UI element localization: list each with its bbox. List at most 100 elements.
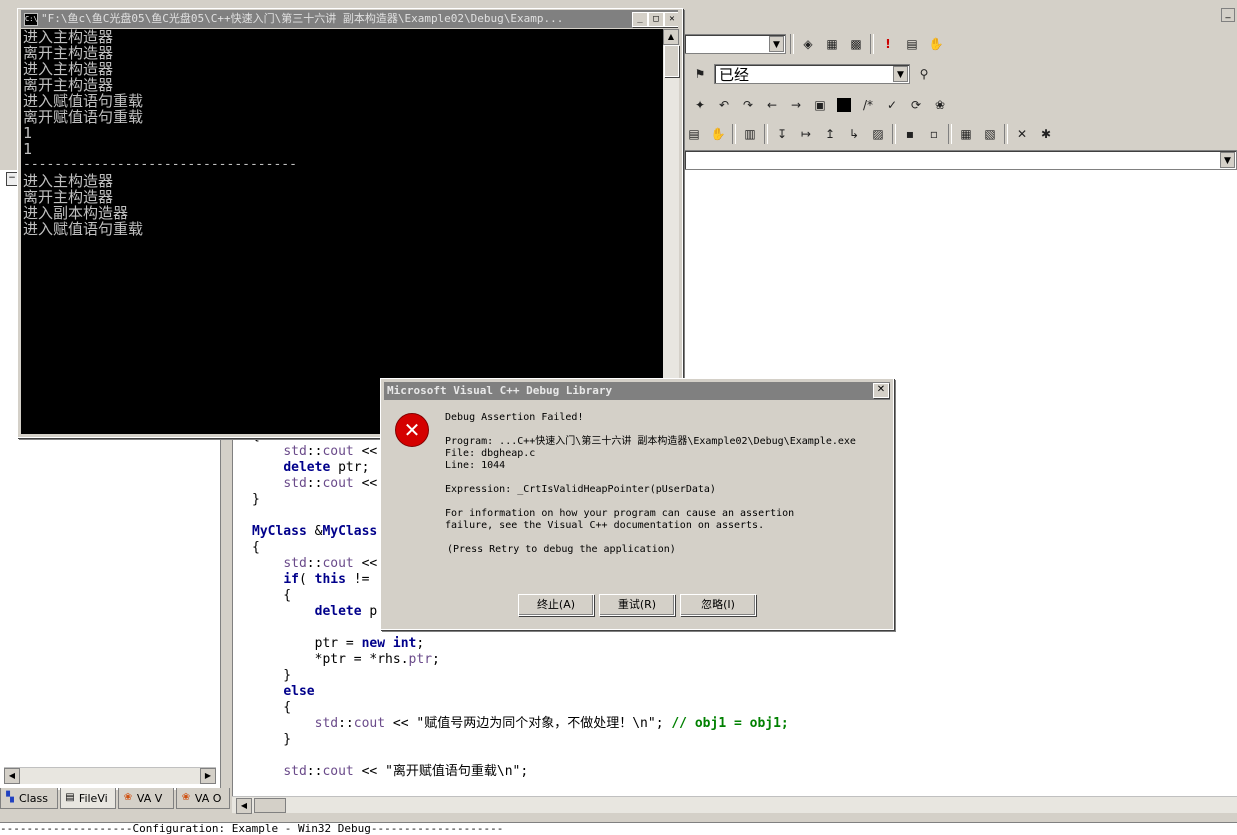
scroll-thumb[interactable]	[664, 45, 679, 77]
console-window[interactable]: C:\ "F:\鱼c\鱼C光盘05\鱼C光盘05\C++快速入门\第三十六讲 副…	[17, 8, 683, 438]
call-stack-icon[interactable]: ▧	[980, 124, 1000, 144]
spell-check-icon[interactable]: ✓	[882, 95, 902, 115]
tab-label: VA V	[136, 791, 163, 805]
console-output[interactable]: 进入主构造器 离开主构造器 进入主构造器 离开主构造器 进入赋值语句重载 离开赋…	[21, 29, 663, 434]
expand-icon[interactable]: ✕	[1012, 124, 1032, 144]
color-block-icon[interactable]	[834, 95, 854, 115]
back-arrow-icon[interactable]: ←	[762, 95, 782, 115]
scroll-thumb[interactable]	[254, 798, 286, 813]
collapse-icon[interactable]: ✱	[1036, 124, 1056, 144]
console-line: 进入副本构造器	[23, 205, 129, 221]
toolbar-row-3: ✦ ↶ ↷ ← → ▣ /* ✓ ⟳ ❀	[690, 92, 950, 118]
watch-icon[interactable]: ▨	[868, 124, 888, 144]
tab-label: Class	[19, 791, 48, 805]
registers-icon[interactable]: ▫	[924, 124, 944, 144]
tab-label: VA O	[194, 791, 222, 805]
compile-icon[interactable]: ◈	[798, 34, 818, 54]
tool-icon[interactable]: ✦	[690, 95, 710, 115]
console-line: 进入主构造器	[23, 29, 114, 45]
dialog-program: Program: ...C++快速入门\第三十六讲 副本构造器\Example0…	[445, 436, 856, 447]
retry-button[interactable]: 重试(R)	[599, 594, 675, 616]
breakpoint-hand-icon[interactable]: ✋	[926, 34, 946, 54]
console-line: 进入主构造器	[23, 173, 114, 189]
tab-label: FileVi	[78, 791, 108, 805]
step-into-icon[interactable]: ↧	[772, 124, 792, 144]
dialog-heading: Debug Assertion Failed!	[445, 412, 584, 423]
dialog-expression: Expression: _CrtIsValidHeapPointer(pUser…	[445, 484, 716, 495]
dialog-titlebar[interactable]: Microsoft Visual C++ Debug Library	[384, 382, 890, 400]
dialog-info-line1: For information on how your program can …	[445, 508, 795, 519]
comment-icon[interactable]: /*	[858, 95, 878, 115]
console-minimize-button[interactable]: _	[632, 12, 648, 27]
refresh-icon[interactable]: ⟳	[906, 95, 926, 115]
find-in-files-icon[interactable]: ⚑	[690, 64, 710, 84]
redo-icon[interactable]: ↷	[738, 95, 758, 115]
scroll-right-icon[interactable]: ▶	[200, 768, 216, 784]
console-title: "F:\鱼c\鱼C光盘05\鱼C光盘05\C++快速入门\第三十六讲 副本构造器…	[41, 12, 564, 25]
go-icon[interactable]: ▤	[902, 34, 922, 54]
console-line: -----------------------------------	[23, 157, 297, 172]
stop-build-icon[interactable]: ▩	[846, 34, 866, 54]
console-line: 进入赋值语句重载	[23, 93, 144, 109]
console-maximize-button[interactable]: □	[648, 12, 664, 27]
execute-icon[interactable]: !	[878, 34, 898, 54]
ignore-button[interactable]: 忽略(I)	[680, 594, 756, 616]
console-line: 离开主构造器	[23, 45, 114, 61]
toolbar-row-2: ⚑ 已经 ▼ ⚲	[690, 61, 934, 87]
wizard-bar-combo[interactable]: ▼	[684, 150, 1237, 170]
dialog-retry-note: (Press Retry to debug the application)	[447, 544, 676, 555]
variables-icon[interactable]: ▪	[900, 124, 920, 144]
tab-va-outline[interactable]: ❀ VA O	[175, 788, 230, 809]
visual-assist-icon[interactable]: ❀	[930, 95, 950, 115]
breakpoint-hand-icon[interactable]: ✋	[708, 124, 728, 144]
scroll-up-icon[interactable]: ▲	[663, 29, 679, 45]
output-text: --------------------Configuration: Examp…	[0, 822, 504, 835]
error-icon: ✕	[395, 413, 429, 447]
console-line: 离开主构造器	[23, 189, 114, 205]
dialog-info-line2: failure, see the Visual C++ documentatio…	[445, 520, 765, 531]
go-icon[interactable]: ▤	[684, 124, 704, 144]
console-line: 进入主构造器	[23, 61, 114, 77]
console-app-icon: C:\	[24, 13, 38, 26]
dialog-line: Line: 1044	[445, 460, 506, 471]
step-over-icon[interactable]: ↦	[796, 124, 816, 144]
forward-arrow-icon[interactable]: →	[786, 95, 806, 115]
tab-va-view[interactable]: ❀ VA V	[117, 788, 174, 809]
output-window: --------------------Configuration: Examp…	[0, 822, 1237, 835]
step-out-icon[interactable]: ↥	[820, 124, 840, 144]
run-to-cursor-icon[interactable]: ↳	[844, 124, 864, 144]
workspace-tabs: ▚ Class ▤ FileVi ❀ VA V ❀ VA O	[0, 788, 230, 810]
console-titlebar[interactable]: C:\ "F:\鱼c\鱼C光盘05\鱼C光盘05\C++快速入门\第三十六讲 副…	[21, 10, 678, 28]
config-combo[interactable]: ▼	[684, 34, 786, 54]
workspace-hscroll[interactable]: ◀ ▶	[4, 767, 216, 784]
file-view-icon: ▤	[65, 792, 75, 803]
dialog-file: File: dbgheap.c	[445, 448, 536, 459]
memory-icon[interactable]: ▦	[956, 124, 976, 144]
editor-hscroll[interactable]: ◀	[232, 796, 1237, 814]
console-vscroll[interactable]: ▲	[663, 29, 679, 434]
find-icon[interactable]: ⚲	[914, 64, 934, 84]
build-icon[interactable]: ▦	[822, 34, 842, 54]
visual-assist-icon: ❀	[123, 792, 133, 803]
paste-icon[interactable]: ▣	[810, 95, 830, 115]
visual-assist-icon: ❀	[181, 792, 191, 803]
scroll-left-icon[interactable]: ◀	[4, 768, 20, 784]
debug-assertion-dialog[interactable]: Microsoft Visual C++ Debug Library ✕ ✕ D…	[380, 378, 894, 630]
console-line: 1	[23, 125, 33, 141]
disassembly-icon[interactable]: ▥	[740, 124, 760, 144]
undo-icon[interactable]: ↶	[714, 95, 734, 115]
console-close-button[interactable]: ✕	[664, 12, 678, 27]
scroll-left-icon[interactable]: ◀	[236, 798, 252, 814]
mdi-minimize-button[interactable]: _	[1221, 8, 1235, 22]
chevron-down-icon: ▼	[893, 66, 908, 82]
tab-class-view[interactable]: ▚ Class	[0, 788, 58, 809]
abort-button[interactable]: 终止(A)	[518, 594, 594, 616]
toolbar-row-1: ▼ ◈ ▦ ▩ ! ▤ ✋	[684, 31, 946, 57]
chevron-down-icon: ▼	[1220, 152, 1235, 168]
dialog-close-button[interactable]: ✕	[873, 383, 889, 398]
console-line: 进入赋值语句重载	[23, 221, 144, 237]
toolbar-row-4: ▤ ✋ ▥ ↧ ↦ ↥ ↳ ▨ ▪ ▫ ▦ ▧ ✕ ✱	[684, 121, 1056, 147]
tab-file-view[interactable]: ▤ FileVi	[59, 788, 116, 809]
find-combo[interactable]: 已经 ▼	[714, 64, 910, 84]
console-line: 离开赋值语句重载	[23, 109, 144, 125]
